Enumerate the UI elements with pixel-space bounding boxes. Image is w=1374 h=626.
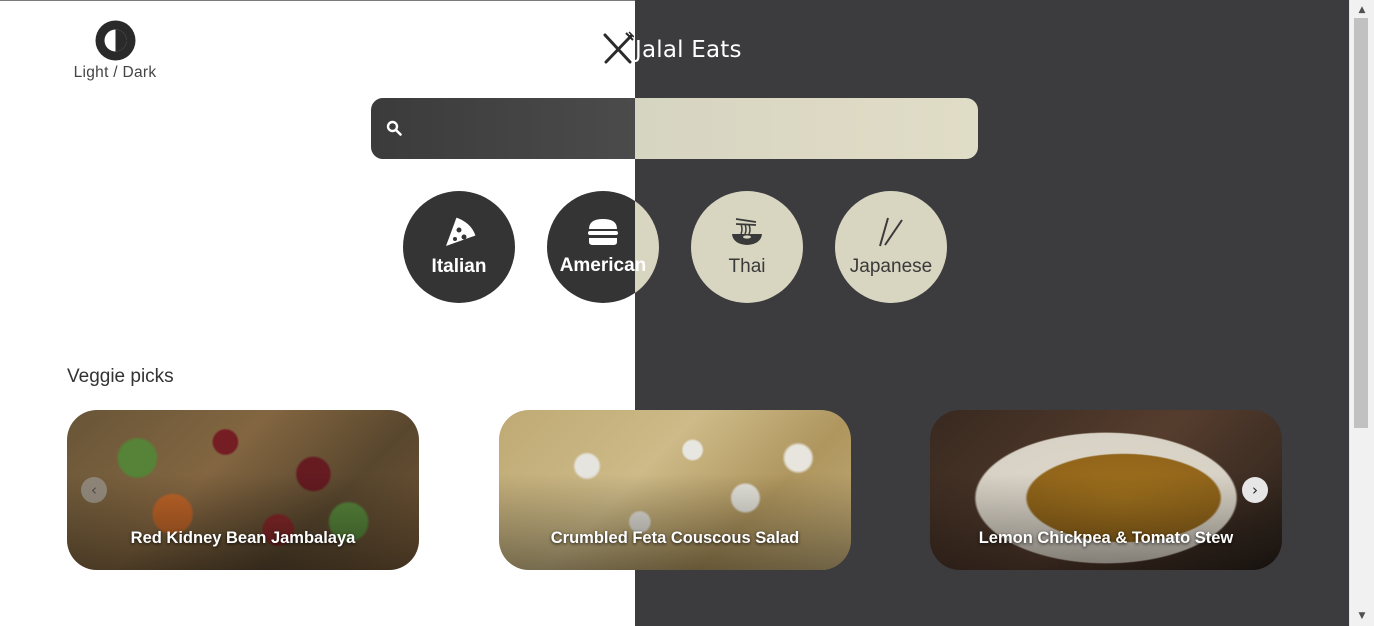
brand-name: Jalal Eats: [635, 37, 742, 63]
brand-logo[interactable]: Jalal Eats: [602, 31, 742, 69]
burger-icon: [586, 217, 620, 251]
theme-toggle-label: Light / Dark: [73, 64, 157, 81]
cuisine-thai[interactable]: Thai: [691, 191, 803, 303]
cuisine-japanese[interactable]: Japanese: [835, 191, 947, 303]
noodle-bowl-icon: [730, 216, 764, 252]
cuisine-label: American: [559, 255, 647, 276]
scrollbar-thumb[interactable]: [1354, 18, 1368, 428]
utensils-icon: [602, 31, 635, 69]
theme-toggle-button[interactable]: Light / Dark: [67, 20, 163, 84]
cuisine-label: Japanese: [849, 256, 933, 277]
recipe-card-title: Lemon Chickpea & Tomato Stew: [978, 529, 1234, 547]
section-title: Veggie picks: [67, 366, 174, 387]
scroll-down-arrow-icon[interactable]: ▼: [1350, 608, 1374, 624]
recipe-card[interactable]: Red Kidney Bean Jambalaya: [67, 410, 419, 570]
vertical-scrollbar[interactable]: ▲ ▼: [1349, 0, 1374, 626]
cuisine-italian[interactable]: Italian: [403, 191, 515, 303]
search-bar[interactable]: [371, 98, 978, 159]
recipe-card-title: Red Kidney Bean Jambalaya: [130, 529, 356, 547]
carousel-next-button[interactable]: ›: [1242, 477, 1268, 503]
scroll-up-arrow-icon[interactable]: ▲: [1350, 2, 1374, 18]
contrast-icon: [67, 20, 163, 61]
recipe-card-title: Crumbled Feta Couscous Salad: [550, 529, 800, 547]
recipe-card[interactable]: Crumbled Feta Couscous Salad: [499, 410, 851, 570]
search-icon: [386, 120, 402, 140]
chopsticks-icon: [876, 216, 906, 252]
carousel-prev-button[interactable]: ‹: [81, 477, 107, 503]
search-input[interactable]: [413, 98, 977, 159]
chevron-right-icon: ›: [1252, 481, 1258, 499]
cuisine-american[interactable]: American: [547, 191, 659, 303]
recipe-card[interactable]: Lemon Chickpea & Tomato Stew: [930, 410, 1282, 570]
cuisine-label: Italian: [431, 256, 487, 277]
cuisine-label: Thai: [728, 256, 766, 277]
pizza-icon: [442, 216, 476, 252]
chevron-left-icon: ‹: [91, 481, 97, 499]
